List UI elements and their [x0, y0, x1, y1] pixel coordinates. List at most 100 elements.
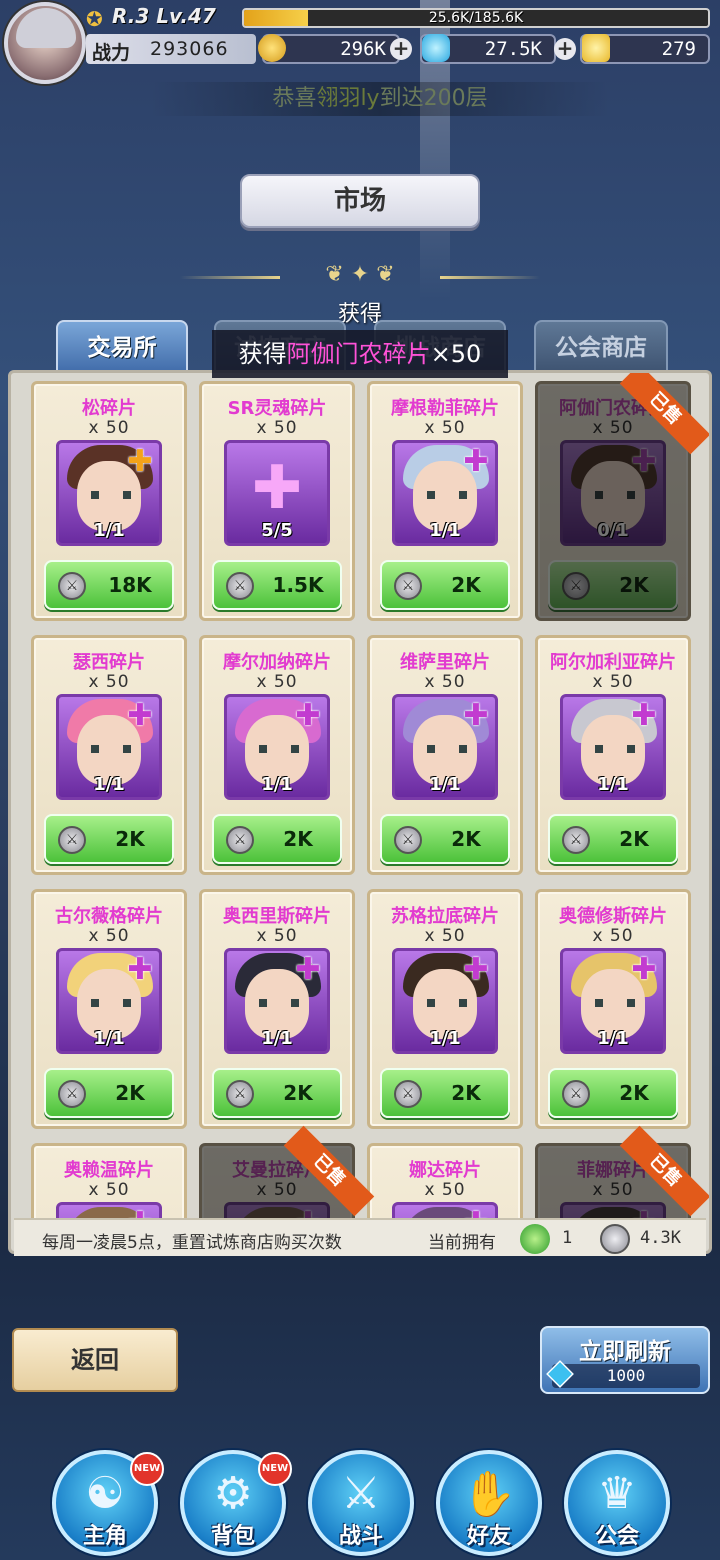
token-count: 1 [562, 1228, 573, 1248]
shop-item-card[interactable]: 奥德修斯碎片 x 50 ✚ 1/1 ⚔ 2K [535, 889, 691, 1129]
buy-button[interactable]: ⚔ 2K [44, 1068, 174, 1118]
puzzle-piece-icon: ✚ [127, 444, 153, 479]
puzzle-piece-icon: ✚ [463, 698, 489, 733]
buy-button[interactable]: ⚔ 2K [548, 1068, 678, 1118]
shop-item-card[interactable]: 古尔薇格碎片 x 50 ✚ 1/1 ⚔ 2K [31, 889, 187, 1129]
character-eyes [427, 745, 467, 753]
item-portrait: ✚ 1/1 [56, 948, 162, 1054]
buy-button[interactable]: ⚔ 2K [212, 814, 342, 864]
toast-prefix: 获得 [238, 340, 287, 368]
nav-battle-button[interactable]: ⚔ 战斗 [308, 1450, 414, 1556]
shop-footer: 每周一凌晨5点，重置试炼商店购买次数 当前拥有 1 4.3K [14, 1218, 706, 1256]
marquee-prefix: 恭喜 [272, 86, 317, 111]
item-name: 摩尔加纳碎片 [223, 652, 331, 673]
shop-item-card[interactable]: 摩尔加纳碎片 x 50 ✚ 1/1 ⚔ 2K [199, 635, 355, 875]
owned-label: 当前拥有 [428, 1233, 496, 1253]
buy-button[interactable]: ⚔ 2K [380, 560, 510, 610]
toast-item: 阿伽门农碎片 [286, 340, 431, 368]
soul-puzzle-icon: ✚ [251, 453, 303, 523]
puzzle-piece-icon: ✚ [127, 952, 153, 987]
refresh-now-button[interactable]: 立即刷新 1000 [540, 1326, 710, 1394]
item-portrait: ✚ 1/1 [56, 440, 162, 546]
item-price: 2K [451, 827, 481, 851]
player-avatar[interactable] [4, 2, 86, 84]
nav-friends-label: 好友 [466, 1524, 511, 1549]
ornament-line-right [440, 276, 540, 279]
new-badge: NEW [258, 1452, 292, 1486]
power-label: 战力 [92, 42, 131, 64]
buy-button[interactable]: ⚔ 2K [212, 1068, 342, 1118]
item-quantity: x 50 [424, 418, 466, 438]
item-price: 2K [619, 1081, 649, 1105]
item-price: 2K [283, 1081, 313, 1105]
obtain-toast: 获得阿伽门农碎片×50 [212, 330, 508, 378]
buy-button[interactable]: ⚔ 2K [380, 814, 510, 864]
shop-item-card[interactable]: 奥西里斯碎片 x 50 ✚ 1/1 ⚔ 2K [199, 889, 355, 1129]
shop-item-card[interactable]: 苏格拉底碎片 x 50 ✚ 1/1 ⚔ 2K [367, 889, 523, 1129]
nav-guild-label: 公会 [594, 1524, 639, 1549]
puzzle-piece-icon: ✚ [463, 444, 489, 479]
buy-button[interactable]: ⚔ 2K [548, 814, 678, 864]
item-quantity: x 50 [88, 418, 130, 438]
ornament-star-icon: ❦ ✦ ❦ [325, 262, 395, 287]
tab-exchange[interactable]: 交易所 [56, 320, 188, 376]
item-portrait: ✚ 0/1 [560, 440, 666, 546]
shop-item-card[interactable]: SR灵魂碎片 x 50 ✚ 5/5 ⚔ 1.5K [199, 381, 355, 621]
silver-coin-icon: ⚔ [562, 1080, 590, 1108]
silver-coin-icon: ⚔ [226, 572, 254, 600]
character-eyes [91, 999, 131, 1007]
buy-button[interactable]: ⚔ 18K [44, 560, 174, 610]
puzzle-piece-icon: ✚ [295, 952, 321, 987]
purchase-count: 1/1 [429, 774, 461, 795]
nav-bag-label: 背包 [210, 1524, 255, 1549]
item-name: 古尔薇格碎片 [55, 906, 163, 927]
silver-coin-icon: ⚔ [562, 826, 590, 854]
item-name: 阿尔加利亚碎片 [550, 652, 676, 673]
purchase-count: 0/1 [597, 520, 629, 541]
item-name: 娜达碎片 [409, 1160, 481, 1181]
power-value: 293066 [150, 38, 229, 60]
item-quantity: x 50 [424, 926, 466, 946]
silver-coin-icon: ⚔ [58, 1080, 86, 1108]
back-button[interactable]: 返回 [12, 1328, 178, 1392]
reset-note: 每周一凌晨5点，重置试炼商店购买次数 [42, 1233, 342, 1253]
item-price: 2K [451, 1081, 481, 1105]
toast-suffix: ×50 [430, 340, 482, 368]
item-quantity: x 50 [256, 418, 298, 438]
shop-item-card[interactable]: 瑟西碎片 x 50 ✚ 1/1 ⚔ 2K [31, 635, 187, 875]
shop-item-card[interactable]: 摩根勒菲碎片 x 50 ✚ 1/1 ⚔ 2K [367, 381, 523, 621]
add-gold-button[interactable]: + [390, 38, 412, 60]
add-diamond-button[interactable]: + [554, 38, 576, 60]
nav-guild-button[interactable]: ♛ 公会 [564, 1450, 670, 1556]
item-portrait: ✚ 1/1 [560, 948, 666, 1054]
item-quantity: x 50 [592, 926, 634, 946]
new-badge: NEW [130, 1452, 164, 1486]
puzzle-piece-icon: ✚ [631, 952, 657, 987]
buy-button[interactable]: ⚔ 2K [380, 1068, 510, 1118]
shop-item-card[interactable]: 维萨里碎片 x 50 ✚ 1/1 ⚔ 2K [367, 635, 523, 875]
item-name: 摩根勒菲碎片 [391, 398, 499, 419]
buy-button[interactable]: ⚔ 2K [44, 814, 174, 864]
item-portrait: ✚ 1/1 [560, 694, 666, 800]
item-name: 奥西里斯碎片 [223, 906, 331, 927]
character-eyes [259, 999, 299, 1007]
item-portrait: ✚ 1/1 [392, 948, 498, 1054]
nav-friends-button[interactable]: ✋ 好友 [436, 1450, 542, 1556]
silver-coin-icon: ⚔ [58, 572, 86, 600]
item-price: 18K [108, 573, 152, 597]
item-portrait: ✚ 1/1 [224, 948, 330, 1054]
silver-coin-icon [600, 1224, 630, 1254]
shop-item-card[interactable]: 阿尔加利亚碎片 x 50 ✚ 1/1 ⚔ 2K [535, 635, 691, 875]
character-eyes [427, 999, 467, 1007]
shop-panel: 松碎片 x 50 ✚ 1/1 ⚔ 18K SR灵魂碎片 x 50 ✚ 5/5 ⚔ 1.5K 摩根勒菲碎片… [8, 370, 712, 1254]
buy-button[interactable]: ⚔ 1.5K [212, 560, 342, 610]
shop-item-card[interactable]: 松碎片 x 50 ✚ 1/1 ⚔ 18K [31, 381, 187, 621]
item-quantity: x 50 [592, 672, 634, 692]
refresh-label: 立即刷新 [579, 1339, 671, 1365]
item-price: 2K [115, 1081, 145, 1105]
buy-button[interactable]: ⚔ 2K [548, 560, 678, 610]
purchase-count: 1/1 [93, 774, 125, 795]
item-quantity: x 50 [88, 1180, 130, 1200]
tab-guild-shop[interactable]: 公会商店 [534, 320, 668, 376]
item-portrait: ✚ 1/1 [392, 440, 498, 546]
